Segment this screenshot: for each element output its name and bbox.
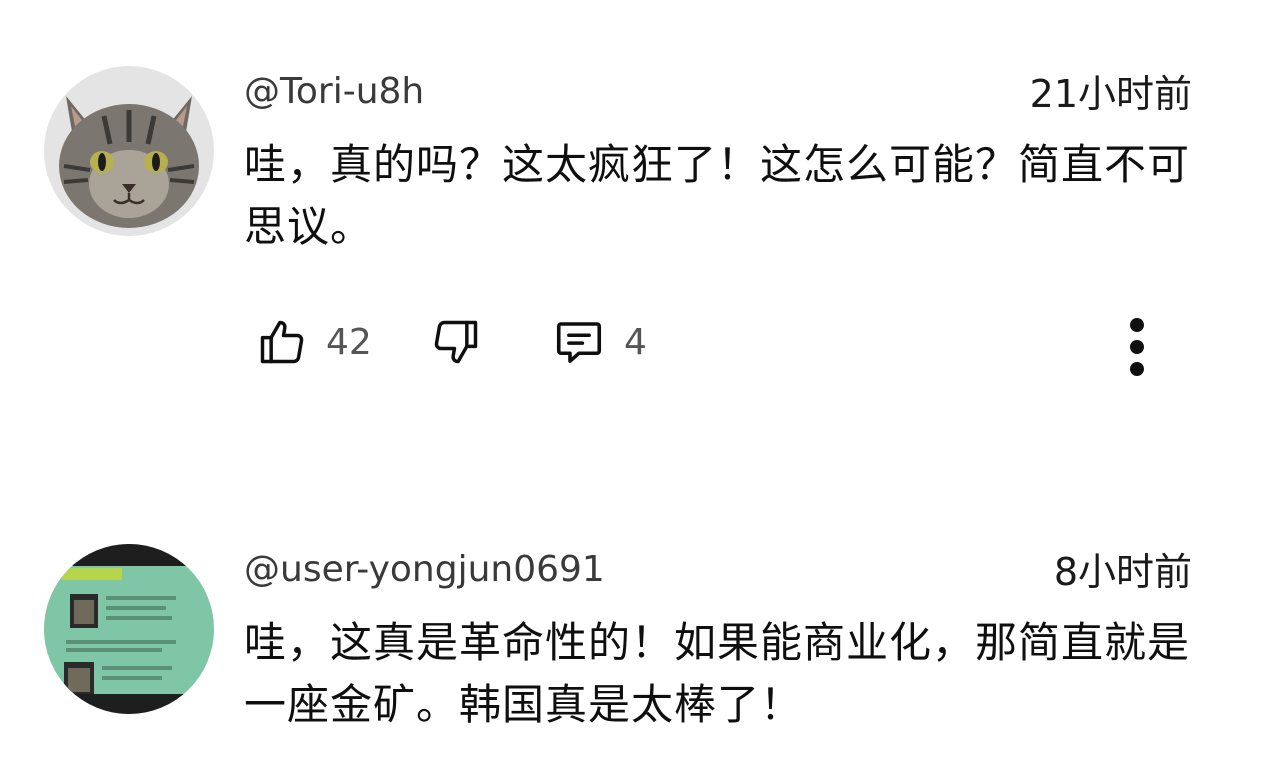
like-button[interactable]: 42 <box>256 312 372 372</box>
reply-count: 4 <box>624 321 647 363</box>
comment-actions: 42 4 <box>0 312 1280 376</box>
thumbs-down-icon <box>434 320 478 364</box>
comment-icon <box>556 322 602 363</box>
reply-button[interactable]: 4 <box>552 312 647 372</box>
comment-timestamp[interactable]: 8小时前 <box>1054 550 1192 594</box>
avatar[interactable] <box>44 544 214 714</box>
thumbs-up-icon <box>260 320 304 364</box>
comment-author[interactable]: @user-yongjun0691 <box>244 548 605 592</box>
avatar[interactable] <box>44 66 214 236</box>
comment-item: @user-yongjun0691 8小时前 哇，这真是革命性的！如果能商业化，… <box>0 520 1280 764</box>
comment-text: 哇，这真是革命性的！如果能商业化，那简直就是一座金矿。韩国真是太棒了！ <box>244 618 1191 729</box>
comment-timestamp[interactable]: 21小时前 <box>1030 72 1192 116</box>
more-vertical-icon <box>1130 318 1144 376</box>
more-options-button[interactable] <box>1112 312 1162 382</box>
comment-text: 哇，真的吗？这太疯狂了！这怎么可能？简直不可思议。 <box>244 140 1191 251</box>
comment-item: @Tori-u8h 21小时前 哇，真的吗？这太疯狂了！这怎么可能？简直不可思议… <box>0 0 1280 420</box>
document-screenshot-avatar-icon <box>44 544 214 714</box>
dislike-button[interactable] <box>430 312 482 372</box>
cat-avatar-icon <box>44 66 214 236</box>
comment-author[interactable]: @Tori-u8h <box>244 70 424 114</box>
like-count: 42 <box>326 321 372 363</box>
